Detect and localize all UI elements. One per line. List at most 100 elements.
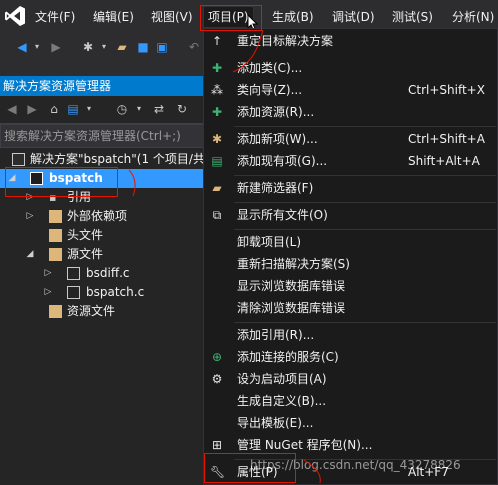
filter-folder-icon bbox=[49, 305, 62, 318]
solution-icon bbox=[12, 153, 25, 166]
tree-item-file[interactable]: ▷ bspatch.c bbox=[0, 283, 210, 302]
add-existing-item-icon: ▤ bbox=[211, 154, 223, 168]
switch-views-icon[interactable]: ▤ bbox=[66, 102, 80, 116]
solution-search-input[interactable]: 搜索解决方案资源管理器(Ctrl+;) bbox=[0, 124, 210, 148]
menu-item-label: 导出模板(E)... bbox=[237, 416, 314, 430]
menu-item-show-browse-db-errors[interactable]: 显示浏览数据库错误 bbox=[204, 275, 498, 297]
open-icon[interactable]: ▰ bbox=[115, 40, 129, 54]
menu-item-shortcut: Ctrl+Shift+X bbox=[408, 83, 485, 97]
menu-separator bbox=[234, 202, 496, 203]
class-wizard-icon: ⁂ bbox=[211, 83, 223, 97]
annotation-curve bbox=[232, 29, 264, 73]
menu-separator bbox=[234, 322, 496, 323]
menu-item-add-existing-item[interactable]: ▤ 添加现有项(G)... Shift+Alt+A bbox=[204, 150, 498, 172]
nuget-package-icon: ⊞ bbox=[211, 438, 223, 452]
menu-item-label: 生成自定义(B)... bbox=[237, 394, 327, 408]
solution-explorer-title: 解决方案资源管理器 bbox=[0, 76, 210, 96]
menu-item-label: 设为启动项目(A) bbox=[237, 372, 327, 386]
menu-item-label: 新建筛选器(F) bbox=[237, 181, 314, 195]
menu-edit[interactable]: 编辑(E) bbox=[93, 7, 134, 27]
c-file-icon bbox=[67, 286, 80, 299]
annotation-stroke bbox=[303, 459, 321, 484]
menu-item-build-customizations[interactable]: 生成自定义(B)... bbox=[204, 390, 498, 412]
tree-item-header-files[interactable]: 头文件 bbox=[0, 226, 210, 245]
tree-item-source-files[interactable]: ◢ 源文件 bbox=[0, 245, 210, 264]
tree-item-file[interactable]: ▷ bsdiff.c bbox=[0, 264, 210, 283]
menu-analyze[interactable]: 分析(N) bbox=[452, 7, 494, 27]
save-all-icon[interactable]: ▣ bbox=[155, 40, 169, 54]
menu-item-clear-browse-db-errors[interactable]: 清除浏览数据库错误 bbox=[204, 297, 498, 319]
filter-folder-icon bbox=[49, 229, 62, 242]
menu-item-set-startup-project[interactable]: ⚙ 设为启动项目(A) bbox=[204, 368, 498, 390]
menu-item-unload-project[interactable]: 卸载项目(L) bbox=[204, 231, 498, 253]
annotation-stroke bbox=[128, 169, 136, 197]
menu-item-label: 类向导(Z)... bbox=[237, 83, 303, 97]
gear-icon: ⚙ bbox=[211, 372, 223, 386]
menu-view[interactable]: 视图(V) bbox=[151, 7, 193, 27]
c-file-icon bbox=[67, 267, 80, 280]
tree-item-resource-files[interactable]: 资源文件 bbox=[0, 302, 210, 321]
views-dropdown-icon[interactable]: ▾ bbox=[82, 102, 96, 116]
menu-item-label: 添加现有项(G)... bbox=[237, 154, 328, 168]
menu-item-label: 添加引用(R)... bbox=[237, 328, 315, 342]
expand-arrow-icon[interactable]: ▷ bbox=[43, 283, 53, 302]
menu-item-label: 添加连接的服务(C) bbox=[237, 350, 339, 364]
back-dropdown-icon[interactable]: ▾ bbox=[30, 40, 44, 54]
menu-build[interactable]: 生成(B) bbox=[272, 7, 314, 27]
menu-item-rescan-solution[interactable]: 重新扫描解决方案(S) bbox=[204, 253, 498, 275]
annotation-box-properties bbox=[204, 453, 296, 483]
annotation-box-project bbox=[5, 167, 118, 197]
new-project-icon[interactable]: ✱ bbox=[81, 40, 95, 54]
add-resource-icon: ✚ bbox=[211, 105, 223, 119]
folder-icon bbox=[49, 210, 62, 223]
tree-item-label: 资源文件 bbox=[67, 304, 116, 318]
forward-icon[interactable]: ▶ bbox=[49, 40, 63, 54]
expand-arrow-icon[interactable]: ▷ bbox=[43, 264, 53, 283]
menu-item-shortcut: Shift+Alt+A bbox=[408, 154, 480, 168]
menu-item-add-new-item[interactable]: ✱ 添加新项(W)... Ctrl+Shift+A bbox=[204, 128, 498, 150]
home-icon[interactable]: ⌂ bbox=[47, 102, 61, 116]
back-icon[interactable]: ◀ bbox=[5, 102, 19, 116]
undo-icon[interactable]: ↶ bbox=[187, 40, 201, 54]
tree-item-label: bspatch.c bbox=[86, 285, 145, 299]
menu-item-label: 添加新项(W)... bbox=[237, 132, 318, 146]
menu-item-add-connected-service[interactable]: ⊕ 添加连接的服务(C) bbox=[204, 346, 498, 368]
sync-icon[interactable]: ⇄ bbox=[152, 102, 166, 116]
menu-test[interactable]: 测试(S) bbox=[392, 7, 433, 27]
filter-folder-icon bbox=[49, 248, 62, 261]
new-dropdown-icon[interactable]: ▾ bbox=[97, 40, 111, 54]
collapse-arrow-icon[interactable]: ◢ bbox=[25, 245, 35, 264]
menu-file[interactable]: 文件(F) bbox=[35, 7, 75, 27]
forward-icon[interactable]: ▶ bbox=[25, 102, 39, 116]
menu-item-add-resource[interactable]: ✚ 添加资源(R)... bbox=[204, 101, 498, 123]
expand-arrow-icon[interactable]: ▷ bbox=[25, 207, 35, 226]
back-icon[interactable]: ◀ bbox=[15, 40, 29, 54]
menu-item-export-template[interactable]: 导出模板(E)... bbox=[204, 412, 498, 434]
menu-separator bbox=[234, 126, 496, 127]
pending-changes-icon[interactable]: ◷ bbox=[115, 102, 129, 116]
menu-separator bbox=[234, 229, 496, 230]
tree-item-label: 外部依赖项 bbox=[67, 209, 128, 223]
arrow-up-icon: ↑ bbox=[211, 34, 223, 48]
menu-item-label: 显示所有文件(O) bbox=[237, 208, 328, 222]
tree-item-label: 源文件 bbox=[67, 247, 104, 261]
filter-dropdown-icon[interactable]: ▾ bbox=[132, 102, 146, 116]
refresh-icon[interactable]: ↻ bbox=[175, 102, 189, 116]
menu-item-label: 添加资源(R)... bbox=[237, 105, 315, 119]
connected-service-icon: ⊕ bbox=[211, 350, 223, 364]
save-icon[interactable]: ■ bbox=[136, 40, 150, 54]
tree-item-external-dependencies[interactable]: ▷ 外部依赖项 bbox=[0, 207, 210, 226]
project-menu-dropdown: ↑ 重定目标解决方案 ✚ 添加类(C)... ⁂ 类向导(Z)... Ctrl+… bbox=[203, 28, 498, 485]
show-all-files-icon: ⧉ bbox=[212, 208, 222, 222]
menu-item-new-filter[interactable]: ▰ 新建筛选器(F) bbox=[204, 177, 498, 199]
menu-item-label: 清除浏览数据库错误 bbox=[237, 301, 346, 315]
menu-item-label: 卸载项目(L) bbox=[237, 235, 302, 249]
add-class-icon: ✚ bbox=[211, 61, 223, 75]
menu-item-class-wizard[interactable]: ⁂ 类向导(Z)... Ctrl+Shift+X bbox=[204, 79, 498, 101]
new-filter-icon: ▰ bbox=[212, 181, 222, 195]
visual-studio-logo-icon bbox=[5, 6, 25, 26]
menu-item-show-all-files[interactable]: ⧉ 显示所有文件(O) bbox=[204, 204, 498, 226]
menu-item-label: 重新扫描解决方案(S) bbox=[237, 257, 350, 271]
menu-debug[interactable]: 调试(D) bbox=[332, 7, 375, 27]
menu-item-add-reference[interactable]: 添加引用(R)... bbox=[204, 324, 498, 346]
